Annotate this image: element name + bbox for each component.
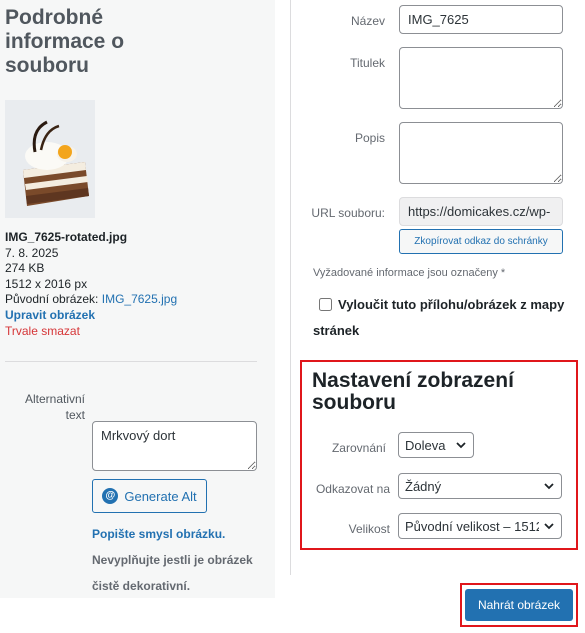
alignment-label: Zarovnání xyxy=(331,441,386,455)
upload-date: 7. 8. 2025 xyxy=(5,245,59,260)
description-label: Popis xyxy=(354,131,385,145)
chevron-down-icon xyxy=(544,523,554,530)
alt-decorative-note: Nevyplňujte jestli je obrázek čistě deko… xyxy=(92,553,253,593)
original-image-row: Původní obrázek: IMG_7625.jpg xyxy=(5,292,177,308)
original-image-link[interactable]: IMG_7625.jpg xyxy=(102,292,177,306)
title-input[interactable] xyxy=(399,5,563,34)
alignment-select[interactable]: Doleva xyxy=(398,432,474,458)
image-thumbnail[interactable] xyxy=(5,100,95,218)
alt-text-input[interactable]: Mrkvový dort xyxy=(92,421,257,471)
attachment-details-panel: Podrobné informace o souboru IMG_7625-ro… xyxy=(0,0,275,598)
caption-label: Titulek xyxy=(350,56,385,70)
file-url-input[interactable] xyxy=(399,197,563,226)
display-settings-title: Nastavení zobrazení souboru xyxy=(312,369,514,414)
file-url-label: URL souboru: xyxy=(311,206,385,220)
size-select[interactable]: Původní velikost – 1512 xyxy=(398,513,562,539)
copy-url-button[interactable]: Zkopírovat odkaz do schránky xyxy=(399,229,563,254)
link-to-select[interactable]: Žádný xyxy=(398,473,562,499)
alignment-value: Doleva xyxy=(405,437,446,453)
delete-permanently-link[interactable]: Trvale smazat xyxy=(5,324,80,338)
divider xyxy=(5,361,257,362)
exclude-sitemap-label: Vyloučit tuto přílohu/obrázek z mapy str… xyxy=(313,297,565,338)
generate-alt-label: Generate Alt xyxy=(124,488,197,504)
link-to-label: Odkazovat na xyxy=(315,482,390,496)
image-dimensions: 1512 x 2016 px xyxy=(5,276,88,291)
chevron-down-icon xyxy=(544,483,554,490)
chevron-down-icon xyxy=(456,442,466,449)
exclude-sitemap-option[interactable]: Vyloučit tuto přílohu/obrázek z mapy str… xyxy=(313,292,575,344)
cake-image-icon xyxy=(5,100,95,218)
size-value: Původní velikost – 1512 xyxy=(405,518,539,534)
alt-purpose-link[interactable]: Popište smysl obrázku. xyxy=(92,527,225,541)
description-input[interactable] xyxy=(399,122,563,184)
alt-text-label: Alternativní text xyxy=(24,392,85,422)
upload-button-highlight: Nahrát obrázek xyxy=(460,583,578,627)
file-size: 274 KB xyxy=(5,261,45,276)
exclude-sitemap-checkbox[interactable] xyxy=(319,298,332,311)
alt-text-help: Popište smysl obrázku. Nevyplňujte jestl… xyxy=(92,521,262,599)
generate-alt-button[interactable]: @ Generate Alt xyxy=(92,479,207,513)
required-fields-note: Vyžadované informace jsou označeny * xyxy=(313,267,506,279)
edit-image-link[interactable]: Upravit obrázek xyxy=(5,308,95,322)
details-title: Podrobné informace o souboru xyxy=(5,6,125,77)
ai-logo-icon: @ xyxy=(102,488,119,504)
file-meta: IMG_7625-rotated.jpg 7. 8. 2025 274 KB 1… xyxy=(5,230,177,339)
link-to-value: Žádný xyxy=(405,478,442,494)
file-name: IMG_7625-rotated.jpg xyxy=(5,230,128,244)
title-label: Název xyxy=(350,14,385,28)
upload-image-button[interactable]: Nahrát obrázek xyxy=(465,589,573,621)
size-label: Velikost xyxy=(348,522,390,536)
display-settings-section: Nastavení zobrazení souboru Zarovnání Do… xyxy=(300,360,578,550)
caption-input[interactable] xyxy=(399,47,563,109)
original-image-label: Původní obrázek: xyxy=(5,292,99,307)
